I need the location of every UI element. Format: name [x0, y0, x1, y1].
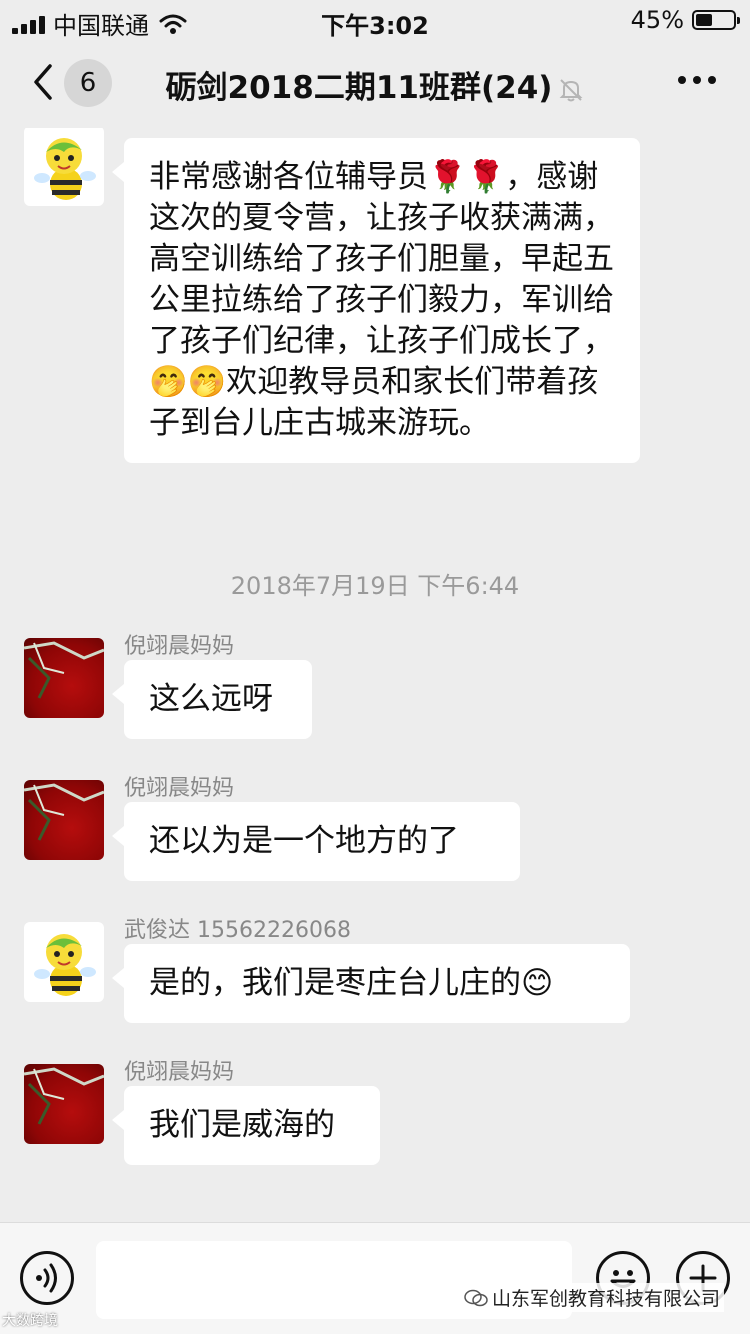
sender-name: 倪翊晨妈妈 [124, 634, 235, 659]
snowy-branch-avatar-icon [24, 641, 104, 699]
battery-percent: 45% [630, 6, 684, 34]
status-right: 45% [630, 6, 740, 34]
avatar[interactable] [24, 638, 104, 718]
snowy-branch-avatar-icon [24, 783, 104, 841]
message-bubble[interactable]: 是的，我们是枣庄台儿庄的😊 [112, 944, 630, 1023]
voice-button[interactable] [20, 1251, 74, 1305]
avatar[interactable] [24, 1064, 104, 1144]
status-bar: 中国联通 下午3:02 45% [0, 0, 750, 40]
avatar[interactable] [24, 128, 104, 206]
sender-name: 倪翊晨妈妈 [124, 1060, 235, 1085]
message-bubble[interactable]: 还以为是一个地方的了 [112, 802, 520, 881]
message-bubble[interactable]: 这么远呀 [112, 660, 312, 739]
avatar[interactable] [24, 922, 104, 1002]
message-text: 我们是威海的 [149, 1107, 335, 1143]
time-divider: 2018年7月19日 下午6:44 [230, 572, 520, 600]
sender-name: 倪翊晨妈妈 [124, 776, 235, 801]
message-text: 是的，我们是枣庄台儿庄的😊 [149, 965, 554, 1001]
bee-avatar-icon [34, 138, 96, 200]
chat-header: 6 砺剑2018二期11班群(24) [0, 40, 750, 128]
wechat-icon [464, 1289, 488, 1306]
mute-bell-icon [560, 78, 583, 101]
sender-name: 武俊达 15562226068 [124, 918, 351, 943]
chat-title: 砺剑2018二期11班群(24) [0, 62, 750, 107]
message-bubble[interactable]: 我们是威海的 [112, 1086, 380, 1165]
watermark: 山东军创教育科技有限公司 [459, 1283, 724, 1312]
avatar[interactable] [24, 780, 104, 860]
more-options-icon[interactable] [678, 76, 716, 84]
input-bar: 山东军创教育科技有限公司 大数跨境 [0, 1222, 750, 1334]
group-name: 砺剑2018二期11班群(24) [165, 70, 553, 106]
battery-level [696, 14, 713, 26]
voice-icon [36, 1263, 57, 1293]
message-text: 非常感谢各位辅导员🌹🌹，感谢这次的夏令营，让孩子收获满满，高空训练给了孩子们胆量… [149, 159, 614, 441]
battery-icon [692, 10, 740, 30]
watermark-text: 山东军创教育科技有限公司 [491, 1288, 720, 1310]
message-list[interactable]: 非常感谢各位辅导员🌹🌹，感谢这次的夏令营，让孩子收获满满，高空训练给了孩子们胆量… [0, 128, 750, 1220]
corner-watermark: 大数跨境 [2, 1313, 58, 1329]
snowy-branch-avatar-icon [24, 1067, 104, 1125]
message-bubble[interactable]: 非常感谢各位辅导员🌹🌹，感谢这次的夏令营，让孩子收获满满，高空训练给了孩子们胆量… [112, 138, 640, 463]
message-text: 还以为是一个地方的了 [149, 823, 459, 859]
message-text: 这么远呀 [149, 681, 273, 717]
bee-avatar-icon [34, 934, 96, 996]
